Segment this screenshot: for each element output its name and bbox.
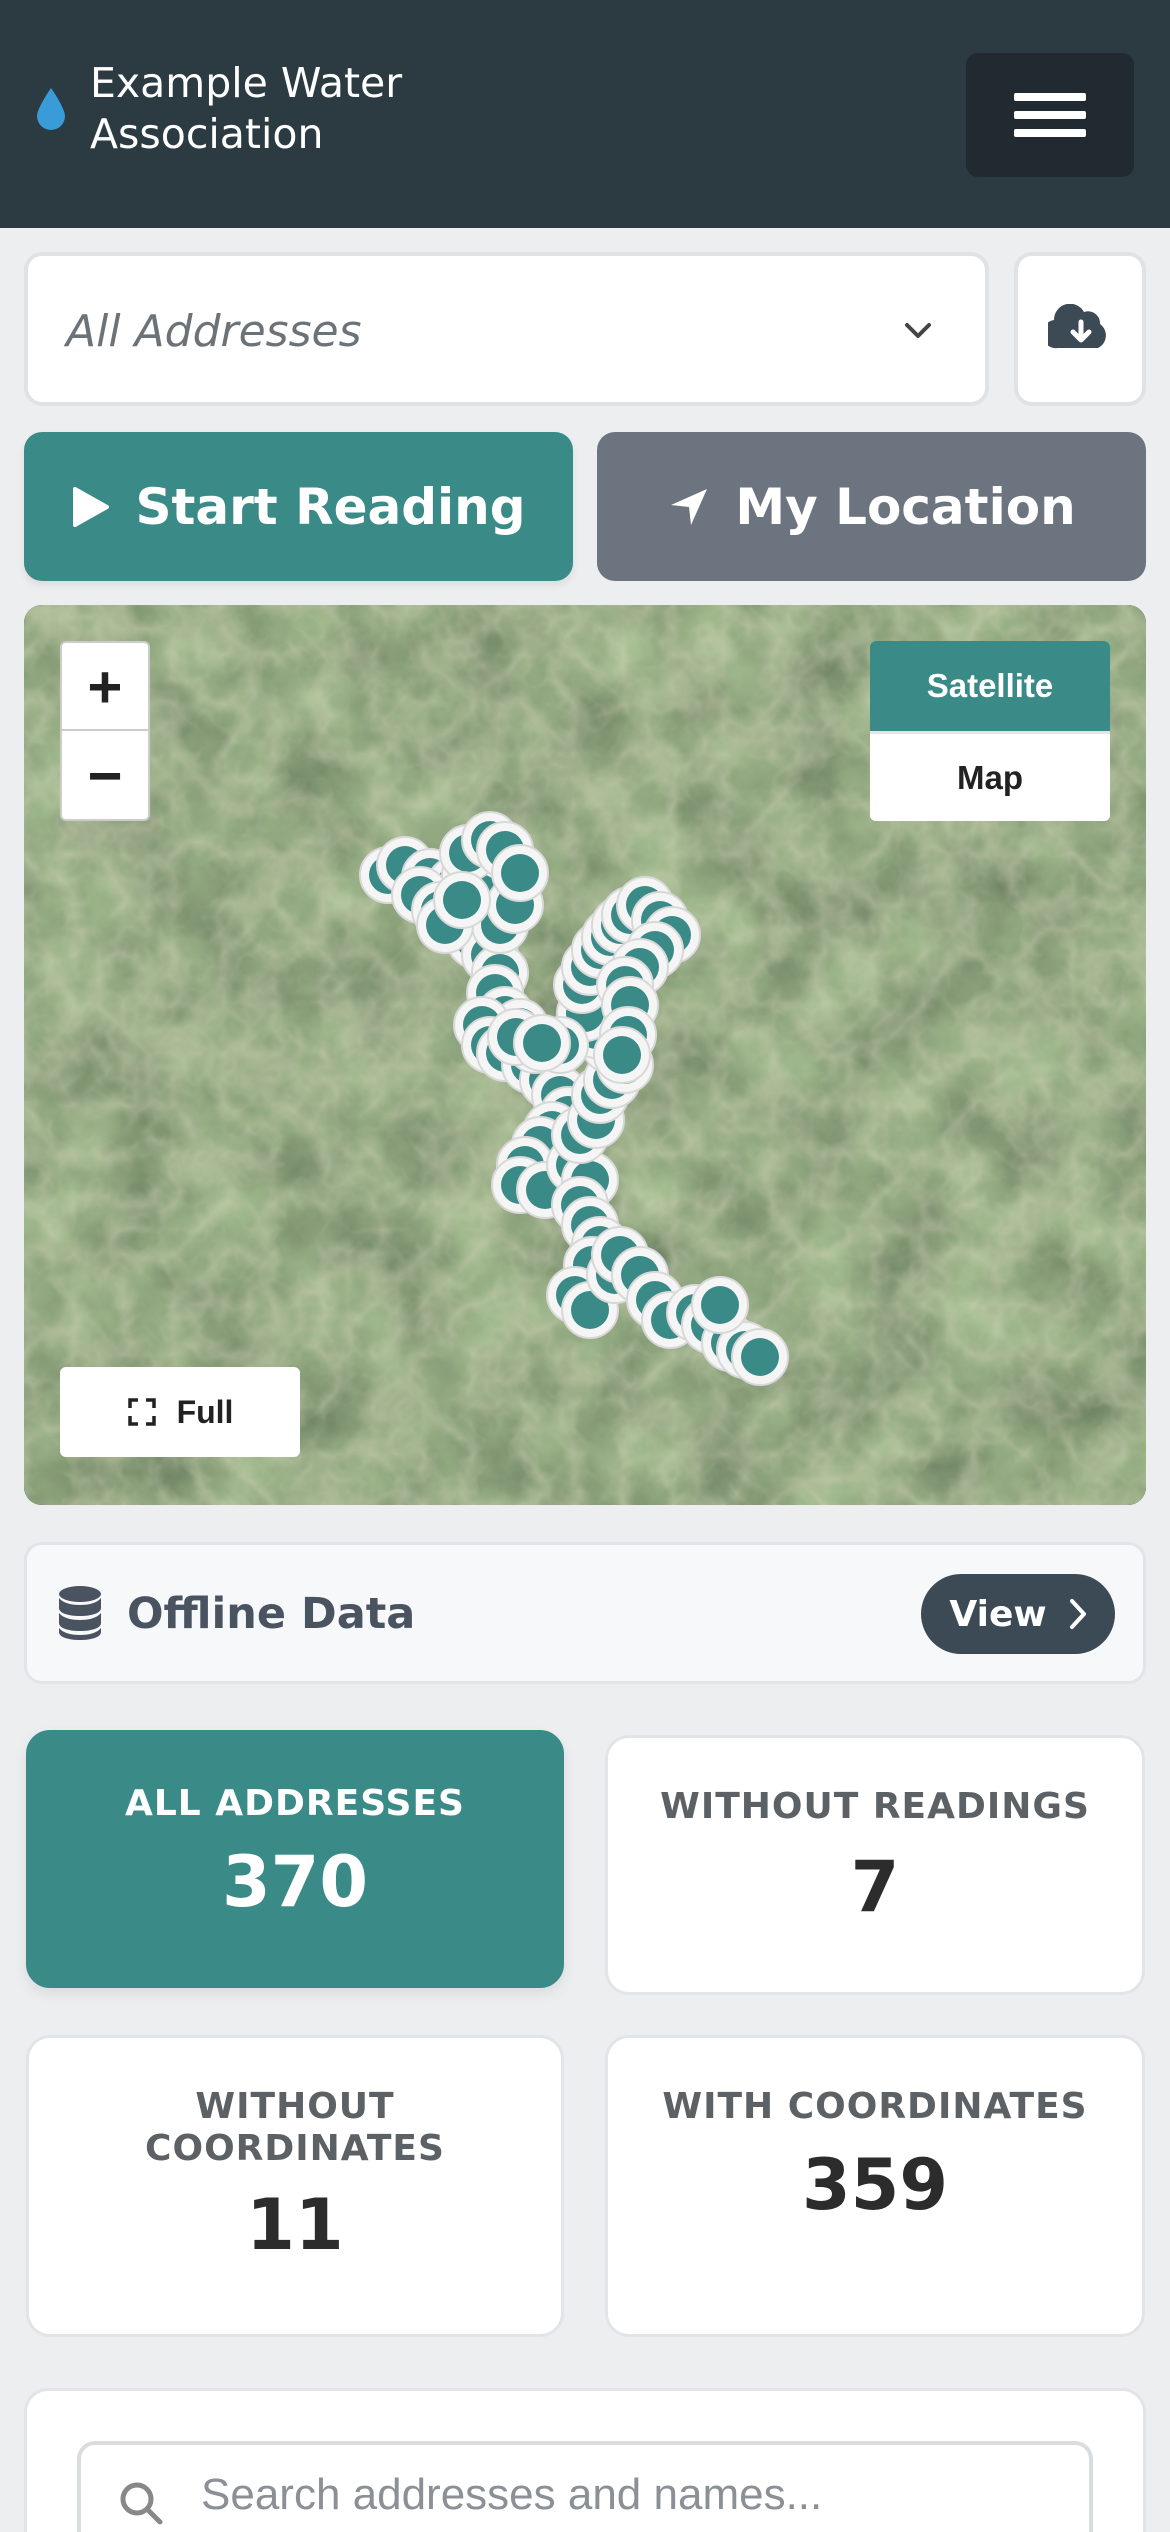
search-input[interactable] <box>201 2465 1061 2525</box>
download-button[interactable] <box>1014 252 1146 406</box>
stat-title: WITHOUT READINGS <box>660 1786 1090 1827</box>
cloud-download-icon <box>1048 304 1106 349</box>
water-drop-icon <box>37 88 65 130</box>
fullscreen-label: Full <box>176 1393 234 1430</box>
hamburger-line <box>1014 111 1086 119</box>
map-layer-button[interactable]: Map <box>870 731 1110 821</box>
stat-value: 7 <box>850 1846 900 1928</box>
stat-card-without-coordinates[interactable]: WITHOUT COORDINATES 11 <box>26 2035 564 2337</box>
satellite-layer-button[interactable]: Satellite <box>870 641 1110 731</box>
stat-value: 359 <box>801 2144 949 2226</box>
reading-marker[interactable] <box>433 871 491 929</box>
zoom-control: + − <box>60 641 150 821</box>
start-reading-button[interactable]: Start Reading <box>24 432 573 581</box>
stat-card-all-addresses[interactable]: ALL ADDRESSES 370 <box>26 1730 564 1988</box>
search-field <box>77 2441 1093 2532</box>
zoom-out-button[interactable]: − <box>62 731 148 819</box>
start-reading-label: Start Reading <box>135 477 526 536</box>
my-location-button[interactable]: My Location <box>597 432 1146 581</box>
offline-data-label: Offline Data <box>127 1589 416 1639</box>
reading-marker[interactable] <box>593 1026 651 1084</box>
play-icon <box>73 486 110 527</box>
chevron-right-icon <box>1069 1599 1086 1629</box>
zoom-in-button[interactable]: + <box>62 643 148 731</box>
hamburger-menu-icon <box>1014 93 1086 101</box>
stat-title: ALL ADDRESSES <box>125 1783 465 1824</box>
view-offline-button[interactable]: View <box>921 1574 1115 1654</box>
fullscreen-button[interactable]: Full <box>60 1367 300 1457</box>
map-view[interactable]: + − Satellite Map Full <box>24 605 1146 1505</box>
layer-toggle: Satellite Map <box>870 641 1110 821</box>
stat-title: WITH COORDINATES <box>662 2086 1088 2127</box>
view-label: View <box>949 1593 1047 1635</box>
database-icon <box>59 1586 101 1640</box>
reading-marker[interactable] <box>691 1276 749 1334</box>
reading-marker[interactable] <box>513 1014 571 1072</box>
stat-value: 370 <box>221 1841 369 1923</box>
stat-value: 11 <box>246 2184 344 2266</box>
my-location-label: My Location <box>735 477 1076 536</box>
stat-title: WITHOUT COORDINATES <box>145 2086 445 2169</box>
reading-marker[interactable] <box>731 1328 789 1386</box>
reading-marker[interactable] <box>491 844 549 902</box>
search-panel <box>24 2388 1146 2532</box>
hamburger-menu-button[interactable] <box>966 53 1134 177</box>
expand-icon <box>127 1398 156 1426</box>
app-title: Example Water Association <box>90 59 403 158</box>
chevron-down-icon <box>905 323 931 338</box>
hamburger-line <box>1014 129 1086 137</box>
stat-card-without-readings[interactable]: WITHOUT READINGS 7 <box>605 1735 1145 1995</box>
address-filter-select[interactable]: All Addresses <box>24 252 989 406</box>
app-header: Example Water Association <box>0 0 1170 228</box>
offline-data-panel: Offline Data View <box>24 1542 1146 1684</box>
location-arrow-icon <box>671 488 708 525</box>
search-icon <box>120 2482 163 2525</box>
stat-card-with-coordinates[interactable]: WITH COORDINATES 359 <box>605 2035 1145 2337</box>
address-filter-value: All Addresses <box>66 306 362 357</box>
